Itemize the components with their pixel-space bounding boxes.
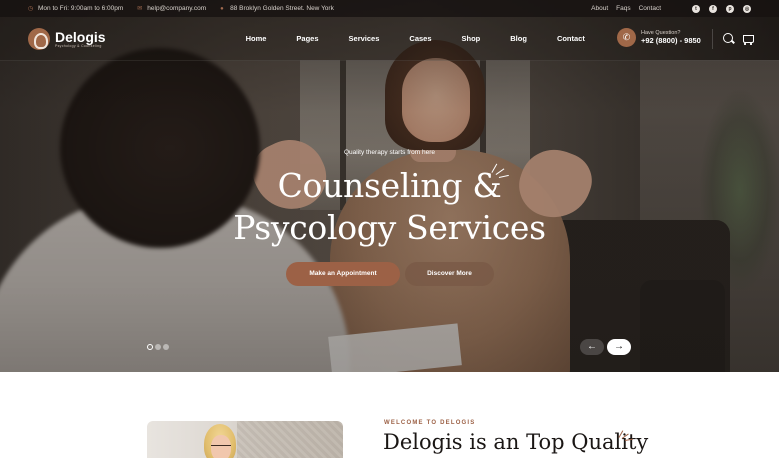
nav-menu: Home Pages Services Cases Shop Blog Cont… <box>246 34 615 43</box>
nav-item-cases[interactable]: Cases <box>409 34 431 43</box>
pinterest-icon[interactable]: p <box>726 4 734 13</box>
hero-tagline: Quality therapy starts from here <box>343 149 436 156</box>
about-image <box>147 421 343 458</box>
sparkle-accent-icon <box>618 427 634 442</box>
address-info: ● 88 Broklyn Golden Street. New York <box>220 5 334 12</box>
logo-icon <box>28 27 50 50</box>
arrow-right-icon: → <box>614 341 624 352</box>
section-title: Delogis is an Top Quality <box>383 430 649 454</box>
top-link-contact[interactable]: Contact <box>639 5 661 12</box>
phone-number[interactable]: +92 (8800) - 9850 <box>641 36 701 45</box>
mail-icon: ✉ <box>137 5 143 12</box>
nav-item-pages[interactable]: Pages <box>296 34 318 43</box>
nav-item-home[interactable]: Home <box>246 34 267 43</box>
nav-item-shop[interactable]: Shop <box>462 34 481 43</box>
social-links: t f p ◎ <box>683 4 751 13</box>
location-icon: ● <box>220 5 224 12</box>
top-link-faqs[interactable]: Faqs <box>616 5 630 12</box>
nav-item-blog[interactable]: Blog <box>510 34 527 43</box>
email-info[interactable]: ✉ help@company.com <box>137 5 206 12</box>
slider-dots <box>147 344 171 350</box>
arrow-left-icon: ← <box>587 341 597 352</box>
nav-item-services[interactable]: Services <box>349 34 380 43</box>
sparkle-icon <box>490 158 514 180</box>
top-info-bar: ◷ Mon to Fri: 9:00am to 6:00pm ✉ help@co… <box>0 0 779 17</box>
hero-title-line2: Psycology Services <box>233 208 546 247</box>
slider-next-button[interactable]: → <box>607 339 631 355</box>
top-link-about[interactable]: About <box>591 5 608 12</box>
hours-info: ◷ Mon to Fri: 9:00am to 6:00pm <box>28 5 123 12</box>
top-links: About Faqs Contact <box>583 5 661 12</box>
twitter-icon[interactable]: t <box>692 4 700 13</box>
brand-tagline: Psychology & Counseling <box>55 43 102 48</box>
slider-dot-2[interactable] <box>155 344 161 350</box>
slider-prev-button[interactable]: ← <box>580 339 604 355</box>
cart-icon[interactable] <box>741 32 755 46</box>
hours-text: Mon to Fri: 9:00am to 6:00pm <box>38 5 124 12</box>
clock-icon: ◷ <box>28 5 34 12</box>
brand-name: Delogis <box>55 28 106 45</box>
slider-dot-3[interactable] <box>163 344 169 350</box>
email-text[interactable]: help@company.com <box>147 5 206 12</box>
section-kicker: WELCOME TO DELOGIS <box>384 420 476 426</box>
instagram-icon[interactable]: ◎ <box>743 4 751 13</box>
main-navigation: Delogis Psychology & Counseling Home Pag… <box>0 17 779 61</box>
address-text: 88 Broklyn Golden Street. New York <box>230 5 334 12</box>
hero-title: Counseling & Psycology Services <box>0 165 779 249</box>
search-icon[interactable] <box>722 32 736 46</box>
hero-title-line1: Counseling & <box>277 166 502 205</box>
slider-dot-1[interactable] <box>147 344 153 350</box>
phone-icon: ✆ <box>617 28 636 47</box>
nav-divider <box>712 29 713 49</box>
make-appointment-button[interactable]: Make an Appointment <box>286 262 400 286</box>
facebook-icon[interactable]: f <box>709 4 717 13</box>
discover-more-button[interactable]: Discover More <box>405 262 494 286</box>
phone-contact[interactable]: ✆ Have Question? +92 (8800) - 9850 <box>617 28 701 47</box>
nav-item-contact[interactable]: Contact <box>557 34 585 43</box>
brand-logo[interactable]: Delogis Psychology & Counseling <box>28 27 106 50</box>
about-section: WELCOME TO DELOGIS Delogis is an Top Qua… <box>0 372 779 458</box>
